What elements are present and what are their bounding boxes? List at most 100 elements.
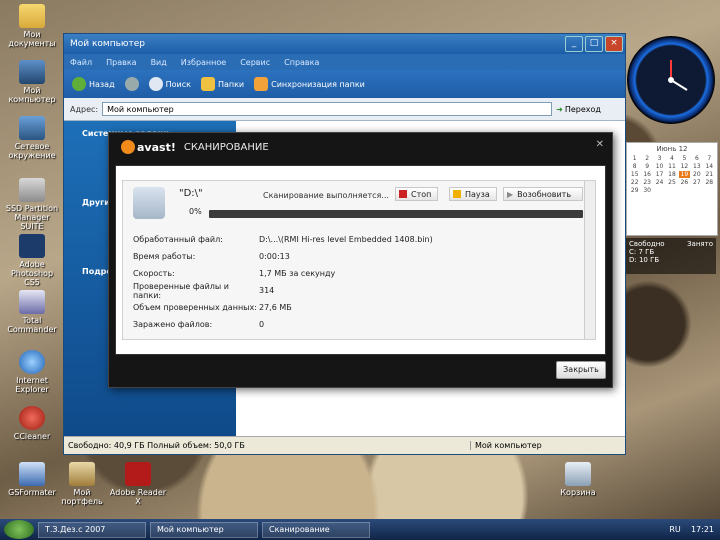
calendar-day[interactable]: 23 — [641, 179, 652, 186]
address-input[interactable]: Мой компьютер — [102, 102, 553, 116]
language-indicator[interactable]: RU — [669, 525, 680, 534]
back-button[interactable]: Назад — [72, 77, 115, 91]
calendar-day[interactable]: 11 — [666, 163, 677, 170]
calendar-day[interactable]: 16 — [641, 171, 652, 178]
calendar-day[interactable]: 26 — [679, 179, 690, 186]
meter-free-label: Свободно — [629, 240, 665, 248]
close-icon[interactable]: ✕ — [596, 139, 604, 150]
calendar-day[interactable]: 28 — [704, 179, 715, 186]
briefcase-icon — [69, 462, 95, 486]
stop-icon — [399, 190, 407, 198]
ccleaner-icon — [19, 406, 45, 430]
calendar-day[interactable]: 21 — [704, 171, 715, 178]
calendar-day[interactable]: 12 — [679, 163, 690, 170]
maximize-button[interactable]: □ — [585, 36, 603, 52]
calendar-gadget[interactable]: Июнь 12 1 2 3 4 5 6 7 8 9 10 11 12 13 14 15 16 17 18 19 20 2… — [626, 142, 718, 236]
calendar-day[interactable]: 7 — [704, 155, 715, 162]
drive-meter-gadget[interactable]: Свободно Занято C: 7 ГБ D: 10 ГБ — [626, 238, 716, 274]
calendar-day[interactable]: 30 — [641, 187, 652, 194]
calendar-day[interactable]: 19 — [678, 171, 691, 178]
stop-button[interactable]: Стоп — [395, 187, 439, 201]
calendar-day[interactable]: 25 — [666, 179, 677, 186]
calendar-day[interactable]: 24 — [654, 179, 665, 186]
scan-stats: Обработанный файл: D:\...\(RMI Hi-res le… — [133, 231, 583, 333]
go-button-label: Переход — [564, 104, 601, 114]
taskbar-task[interactable]: Т.З.Дез.с 2007 — [38, 521, 146, 538]
calendar-day[interactable]: 27 — [691, 179, 702, 186]
menu-help[interactable]: Справка — [284, 58, 319, 67]
close-dialog-button[interactable]: Закрыть — [556, 361, 606, 379]
stat-row: Скорость: 1,7 МБ за секунду — [133, 265, 583, 282]
search-icon — [148, 77, 163, 91]
desktop-icon-label: Мои документы — [8, 30, 56, 48]
calendar-day[interactable]: 20 — [691, 171, 702, 178]
explorer-titlebar[interactable]: Мой компьютер _ □ × — [64, 34, 625, 54]
desktop-icon-total-commander[interactable]: Total Commander — [2, 290, 62, 334]
calendar-day[interactable]: 10 — [654, 163, 665, 170]
pause-button[interactable]: Пауза — [449, 187, 497, 201]
calendar-day[interactable]: 17 — [654, 171, 665, 178]
taskbar-task[interactable]: Мой компьютер — [150, 521, 258, 538]
go-button[interactable]: ➜ Переход — [556, 105, 601, 114]
network-icon — [19, 116, 45, 140]
minimize-button[interactable]: _ — [565, 36, 583, 52]
desktop-icon-briefcase[interactable]: Мой портфель — [52, 462, 112, 506]
stat-value: 27,6 МБ — [259, 303, 292, 312]
calendar-day[interactable]: 29 — [629, 187, 640, 194]
calendar-day[interactable]: 13 — [691, 163, 702, 170]
calendar-day[interactable]: 1 — [629, 155, 640, 162]
calendar-day[interactable]: 15 — [629, 171, 640, 178]
menu-tools[interactable]: Сервис — [240, 58, 270, 67]
address-bar: Адрес: Мой компьютер ➜ Переход — [64, 98, 625, 121]
desktop-icon-label: CCleaner — [13, 432, 51, 441]
clock-gadget[interactable] — [627, 36, 715, 124]
calendar-day[interactable]: 8 — [629, 163, 640, 170]
status-location: Мой компьютер — [470, 441, 625, 450]
meter-c-drive: C: 7 ГБ — [629, 248, 655, 256]
calendar-day[interactable]: 9 — [641, 163, 652, 170]
desktop-icon-label: Сетевое окружение — [8, 142, 56, 160]
sync-button[interactable]: Синхронизация папки — [254, 77, 365, 91]
calendar-day[interactable]: 2 — [641, 155, 652, 162]
menu-favorites[interactable]: Избранное — [181, 58, 226, 67]
desktop-icon-my-documents[interactable]: Мои документы — [2, 4, 62, 48]
start-button[interactable] — [4, 520, 34, 539]
search-button[interactable]: Поиск — [148, 77, 191, 91]
avast-title: СКАНИРОВАНИЕ — [183, 141, 269, 153]
resume-button[interactable]: ▶ Возобновить — [503, 187, 583, 201]
calendar-day[interactable]: 3 — [654, 155, 665, 162]
menu-edit[interactable]: Правка — [106, 58, 136, 67]
calendar-day[interactable]: 5 — [679, 155, 690, 162]
taskbar-task[interactable]: Сканирование — [262, 521, 370, 538]
calendar-day[interactable]: 4 — [666, 155, 677, 162]
calendar-day[interactable]: 22 — [629, 179, 640, 186]
menu-file[interactable]: Файл — [70, 58, 92, 67]
calendar-day[interactable]: 14 — [704, 163, 715, 170]
desktop-icon-recycle-bin[interactable]: Корзина — [548, 462, 608, 497]
go-arrow-icon: ➜ — [556, 104, 563, 114]
calendar-day[interactable]: 18 — [666, 171, 677, 178]
desktop-icon-partition-manager[interactable]: SSD Partition Manager SUITE — [2, 178, 62, 231]
desktop-icon-internet-explorer[interactable]: Internet Explorer — [2, 350, 62, 394]
scan-panel-scrollbar[interactable] — [584, 181, 595, 339]
menu-view[interactable]: Вид — [151, 58, 167, 67]
pause-button-label: Пауза — [465, 189, 490, 199]
avast-scan-dialog: avast! СКАНИРОВАНИЕ ✕ "D:\" 0% Сканирова… — [108, 132, 613, 388]
desktop-icon-my-computer[interactable]: Мой компьютер — [2, 60, 62, 104]
avast-logo: avast! — [121, 140, 176, 154]
address-label: Адрес: — [70, 104, 99, 114]
computer-icon — [19, 60, 45, 84]
calendar-day[interactable]: 6 — [691, 155, 702, 162]
taskbar-task-label: Мой компьютер — [157, 525, 224, 534]
close-button[interactable]: × — [605, 36, 623, 52]
sync-icon — [254, 77, 269, 91]
desktop-icon-photoshop[interactable]: Adobe Photoshop CS5 — [2, 234, 62, 287]
clock-time[interactable]: 17:21 — [691, 525, 714, 534]
desktop-icon-ccleaner[interactable]: CCleaner — [2, 406, 62, 441]
folders-button[interactable]: Папки — [200, 77, 244, 91]
stat-value: D:\...\(RMI Hi-res level Embedded 1408.b… — [259, 235, 433, 244]
desktop-icon-network[interactable]: Сетевое окружение — [2, 116, 62, 160]
forward-button[interactable] — [124, 77, 139, 91]
desktop-icon-adobe-reader[interactable]: Adobe Reader X — [108, 462, 168, 506]
desktop-icon-label: Мой портфель — [61, 488, 103, 506]
